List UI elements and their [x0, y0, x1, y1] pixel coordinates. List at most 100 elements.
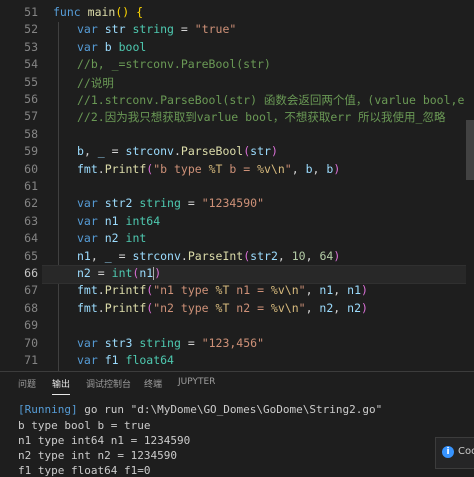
code-token: n1: [319, 283, 334, 298]
line-number: 58: [24, 126, 38, 141]
code-line[interactable]: fmt.Printf("b type %T b = %v\n", b, b): [77, 162, 340, 176]
code-token: string: [139, 196, 181, 211]
tab-problems[interactable]: 问题: [18, 377, 36, 390]
code-token: %v\n: [270, 283, 299, 298]
code-token: Printf: [104, 300, 147, 315]
code-token: str2: [104, 196, 133, 211]
code-token: ): [154, 266, 162, 280]
code-token: b: [305, 161, 313, 176]
code-token: "123,456": [201, 335, 264, 350]
code-token: %T: [215, 300, 230, 315]
line-number: 61: [24, 179, 38, 193]
code-token: ParseBool: [180, 144, 244, 159]
code-token: .: [180, 248, 188, 263]
code-line[interactable]: var str2 string = "1234590": [77, 196, 264, 210]
code-token: ): [333, 248, 341, 263]
code-token: n1 =: [229, 283, 271, 298]
code-token: {: [136, 5, 144, 19]
code-line[interactable]: n1, _ = strconv.ParseInt(str2, 10, 64): [77, 249, 340, 263]
code-token: "1234590": [201, 196, 264, 211]
code-token: %T: [215, 283, 230, 298]
code-token: int: [111, 266, 133, 280]
code-line[interactable]: fmt.Printf("n1 type %T n1 = %v\n", n1, n…: [77, 283, 368, 297]
line-number: 66: [24, 266, 38, 280]
code-token: str3: [104, 335, 133, 350]
line-number: 62: [24, 196, 38, 211]
code-token: ): [270, 144, 278, 159]
indent-guide: [58, 22, 59, 371]
code-token: b: [104, 39, 112, 54]
notification-toast[interactable]: i Coo: [435, 437, 474, 469]
editor-scrollbar[interactable]: [466, 0, 474, 371]
tab-debug-console[interactable]: 调试控制台: [86, 377, 131, 390]
tab-jupyter[interactable]: JUPYTER: [178, 377, 215, 387]
active-tab-indicator: [52, 394, 70, 395]
code-token: "n2 type: [153, 300, 216, 315]
code-token: %v\n: [257, 161, 285, 176]
code-token: 64: [319, 248, 334, 263]
code-line[interactable]: var str string = "true": [77, 22, 236, 36]
code-token: =: [180, 196, 202, 211]
code-token: main: [87, 5, 116, 19]
code-line[interactable]: var b bool: [77, 40, 146, 54]
code-line[interactable]: //说明: [77, 75, 114, 91]
code-token: n1: [104, 213, 119, 228]
code-token: _: [97, 144, 105, 159]
output-line: f1 type float64 f1=0: [18, 464, 151, 477]
code-line[interactable]: //b, _=strconv.PareBool(str): [77, 57, 271, 71]
code-token: =: [180, 335, 202, 350]
code-token: var: [77, 22, 98, 37]
tab-terminal[interactable]: 终端: [144, 377, 162, 390]
line-number: 64: [24, 231, 38, 246]
line-number: 56: [24, 92, 38, 106]
code-token: fmt: [77, 283, 98, 298]
code-token: str: [104, 22, 126, 37]
line-number: 60: [24, 161, 38, 176]
run-command: go run "d:\MyDome\GO_Domes\GoDome\String…: [77, 403, 383, 416]
editor-scroll-thumb[interactable]: [466, 120, 474, 180]
code-token: ": [298, 283, 306, 298]
code-line[interactable]: var n2 int: [77, 231, 146, 245]
code-line[interactable]: b, _ = strconv.ParseBool(str): [77, 144, 278, 158]
code-token: _: [104, 248, 112, 263]
code-line[interactable]: //2.因为我只想获取到varlue bool，不想获取err 所以我使用_忽略: [77, 109, 445, 125]
code-editor[interactable]: 51 func main() {52 var str string = "true"…: [0, 0, 474, 371]
bottom-panel: 问题 输出 调试控制台 终端 JUPYTER [Running] go run …: [0, 371, 474, 477]
code-token: "b type: [153, 161, 209, 176]
code-token: .: [173, 144, 181, 159]
code-token: ,: [90, 248, 105, 263]
code-token: ": [284, 161, 292, 176]
code-line[interactable]: func main() {: [53, 5, 143, 19]
code-line[interactable]: var f1 float64: [77, 353, 174, 367]
code-token: ): [361, 300, 368, 315]
code-token: "n1 type: [153, 283, 216, 298]
code-token: n1: [139, 266, 154, 280]
panel-tabs: 问题 输出 调试控制台 终端 JUPYTER: [0, 372, 474, 395]
code-token: bool: [118, 39, 147, 54]
code-line[interactable]: var n1 int64: [77, 214, 160, 228]
code-line[interactable]: //1.strconv.ParseBool(str) 函数会返回两个值，(var…: [77, 92, 474, 108]
output-line: b type bool b = true: [18, 419, 151, 432]
code-token: var: [77, 353, 98, 367]
code-line[interactable]: n2 = int(n1): [77, 266, 161, 280]
output-line: n1 type int64 n1 = 1234590: [18, 434, 191, 447]
code-token: .: [97, 300, 105, 315]
line-number: 51: [24, 5, 38, 19]
code-token: %v\n: [270, 300, 299, 315]
code-line[interactable]: var str3 string = "123,456": [77, 336, 264, 350]
code-line[interactable]: fmt.Printf("n2 type %T n2 = %v\n", n2, n…: [77, 301, 368, 315]
code-token: "true": [194, 22, 237, 37]
code-token: .: [97, 161, 105, 176]
code-token: strconv: [132, 248, 181, 263]
code-token: ,: [305, 248, 320, 263]
code-token: var: [77, 196, 98, 211]
tab-output[interactable]: 输出: [52, 377, 70, 390]
code-token: //1.strconv.ParseBool(str) 函数会返回两个值，(var…: [77, 93, 474, 107]
line-number: 57: [24, 109, 38, 124]
